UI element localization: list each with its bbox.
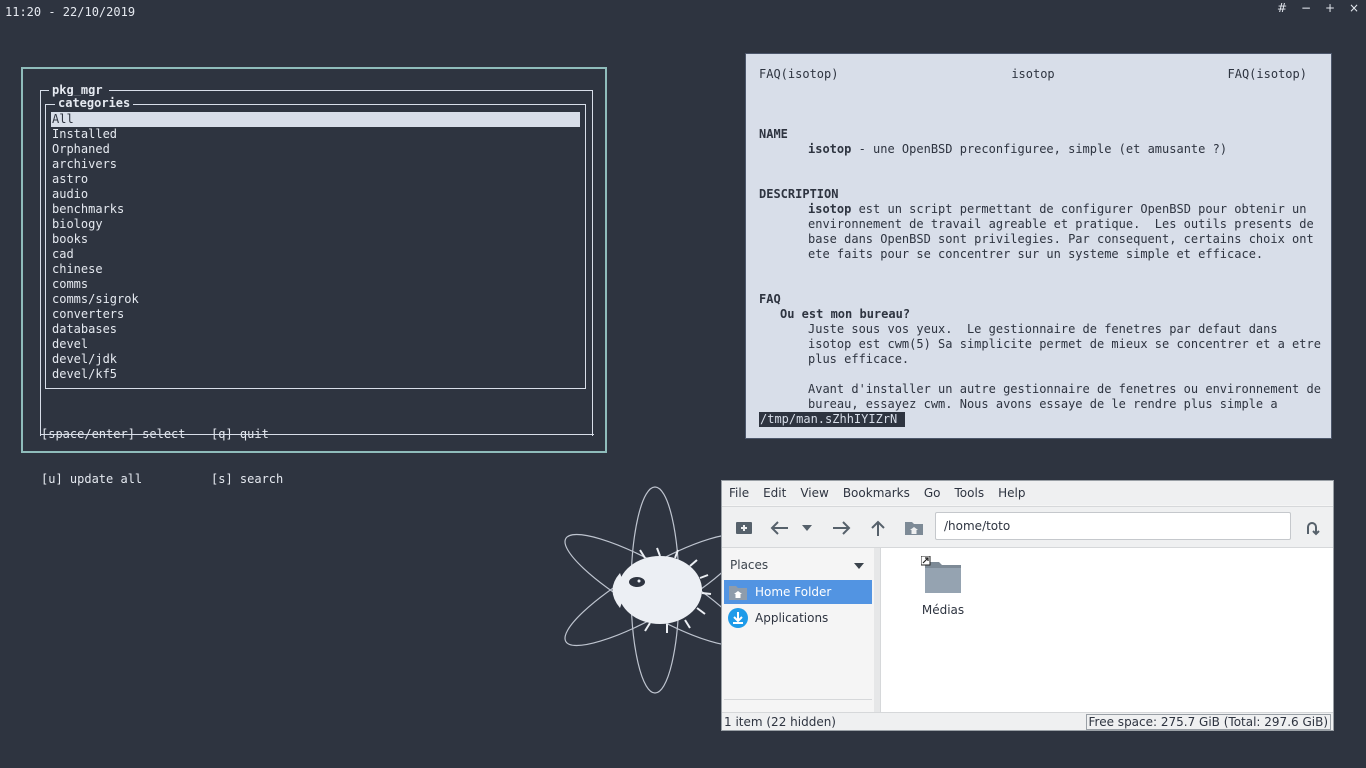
category-item[interactable]: All bbox=[51, 112, 580, 127]
chevron-down-icon bbox=[854, 563, 864, 569]
menu-bar: File Edit View Bookmarks Go Tools Help bbox=[722, 481, 1333, 505]
faq-line-4: Avant d'installer un autre gestionnaire … bbox=[808, 382, 1321, 396]
history-dropdown-button[interactable] bbox=[800, 517, 814, 539]
category-item[interactable]: chinese bbox=[51, 262, 580, 277]
grid-toggle-button[interactable]: # bbox=[1276, 1, 1288, 15]
categories-box: categories All Installed Orphaned archivers… bbox=[45, 96, 586, 389]
menu-go[interactable]: Go bbox=[917, 486, 948, 500]
category-item[interactable]: cad bbox=[51, 247, 580, 262]
category-item[interactable]: Orphaned bbox=[51, 142, 580, 157]
close-button[interactable]: × bbox=[1348, 1, 1360, 15]
description-line-3: base dans OpenBSD sont privilegies. Par … bbox=[808, 232, 1314, 246]
category-item[interactable]: books bbox=[51, 232, 580, 247]
man-header-right: FAQ(isotop) bbox=[1227, 67, 1307, 81]
folder-item[interactable]: Médias bbox=[911, 555, 975, 617]
arrow-left-icon bbox=[770, 521, 788, 535]
faq-heading: FAQ bbox=[759, 292, 781, 306]
man-header-left: FAQ(isotop) bbox=[759, 67, 839, 81]
category-item[interactable]: archivers bbox=[51, 157, 580, 172]
help-search: [s] search bbox=[211, 472, 284, 486]
category-item[interactable]: astro bbox=[51, 172, 580, 187]
minimize-button[interactable]: − bbox=[1300, 1, 1312, 15]
category-item[interactable]: benchmarks bbox=[51, 202, 580, 217]
category-item[interactable]: converters bbox=[51, 307, 580, 322]
keybinding-help: [space/enter] select [q] quit [u] update … bbox=[41, 397, 594, 517]
arrow-right-icon bbox=[833, 521, 851, 535]
man-header: FAQ(isotop) isotop FAQ(isotop) bbox=[759, 67, 1307, 82]
category-item[interactable]: comms bbox=[51, 277, 580, 292]
categories-title: categories bbox=[55, 96, 134, 111]
sidebar-item-label: Home Folder bbox=[755, 585, 832, 599]
window-controls: # − + × bbox=[1276, 1, 1360, 15]
help-update-all: [u] update all bbox=[41, 472, 143, 486]
file-manager-window[interactable]: File Edit View Bookmarks Go Tools Help /… bbox=[721, 480, 1334, 731]
sidebar-item-label: Applications bbox=[755, 611, 829, 625]
category-item[interactable]: databases bbox=[51, 322, 580, 337]
category-item[interactable]: audio bbox=[51, 187, 580, 202]
new-tab-icon bbox=[736, 522, 752, 534]
menu-file[interactable]: File bbox=[722, 486, 756, 500]
toolbar: /home/toto bbox=[722, 506, 1333, 548]
category-item[interactable]: comms/sigrok bbox=[51, 292, 580, 307]
sidebar-item-home-folder[interactable]: Home Folder bbox=[724, 580, 872, 604]
description-heading: DESCRIPTION bbox=[759, 187, 839, 201]
description-line-2: environnement de travail agreable et pra… bbox=[808, 217, 1314, 231]
man-header-center: isotop bbox=[1011, 67, 1055, 81]
category-item[interactable]: devel/jdk bbox=[51, 352, 580, 367]
description-line-1: isotop est un script permettant de confi… bbox=[808, 202, 1307, 216]
places-sidebar: Places Home Folder Applications bbox=[722, 548, 875, 713]
faq-question: Ou est mon bureau? bbox=[780, 307, 911, 321]
home-folder-icon bbox=[729, 586, 747, 600]
menu-tools[interactable]: Tools bbox=[948, 486, 992, 500]
refresh-icon bbox=[1307, 522, 1320, 536]
status-bar: 1 item (22 hidden) Free space: 275.7 GiB… bbox=[722, 712, 1333, 730]
pager-prompt[interactable]: /tmp/man.sZhhIYIZrN bbox=[759, 412, 906, 427]
maximize-button[interactable]: + bbox=[1324, 1, 1336, 15]
new-tab-button[interactable] bbox=[733, 517, 755, 539]
folder-icon bbox=[920, 555, 961, 593]
chevron-down-icon bbox=[802, 525, 812, 531]
man-page-terminal[interactable]: FAQ(isotop) isotop FAQ(isotop) NAME isot… bbox=[745, 53, 1332, 439]
description-line-4: ete faits pour se concentrer sur un syst… bbox=[808, 247, 1264, 261]
categories-list: All Installed Orphaned archivers astro audio b… bbox=[51, 112, 580, 382]
applications-icon bbox=[728, 608, 748, 628]
category-item[interactable]: devel/kf5 bbox=[51, 367, 580, 382]
back-button[interactable] bbox=[768, 517, 790, 539]
category-item[interactable]: biology bbox=[51, 217, 580, 232]
menu-bookmarks[interactable]: Bookmarks bbox=[836, 486, 917, 500]
puffy-fish-wallpaper-icon bbox=[564, 486, 735, 694]
parent-folder-button[interactable] bbox=[867, 517, 889, 539]
name-heading: NAME bbox=[759, 127, 788, 141]
places-label: Places bbox=[730, 558, 769, 572]
faq-line-1: Juste sous vos yeux. Le gestionnaire de … bbox=[808, 322, 1278, 336]
home-button[interactable] bbox=[903, 517, 925, 539]
status-item-count: 1 item (22 hidden) bbox=[724, 714, 836, 729]
file-view[interactable]: Médias bbox=[881, 548, 1333, 713]
sidebar-item-applications[interactable]: Applications bbox=[724, 606, 872, 630]
path-input[interactable]: /home/toto bbox=[935, 512, 1291, 540]
category-item[interactable]: Installed bbox=[51, 127, 580, 142]
home-folder-icon bbox=[905, 522, 923, 535]
faq-line-3: plus efficace. bbox=[808, 352, 910, 366]
pkg-mgr-frame: pkg_mgr categories All Installed Orphaned a… bbox=[40, 83, 594, 486]
pkg-mgr-terminal[interactable]: pkg_mgr categories All Installed Orphaned a… bbox=[21, 67, 607, 486]
clock: 11:20 - 22/10/2019 bbox=[5, 5, 136, 19]
text-cursor bbox=[897, 413, 905, 426]
forward-button[interactable] bbox=[831, 517, 853, 539]
menu-edit[interactable]: Edit bbox=[756, 486, 793, 500]
faq-line-5: bureau, essayez cwm. Nous avons essaye d… bbox=[808, 397, 1278, 411]
places-header[interactable]: Places bbox=[730, 558, 864, 572]
status-free-space: Free space: 275.7 GiB (Total: 297.6 GiB) bbox=[1085, 713, 1331, 730]
folder-label: Médias bbox=[921, 603, 965, 617]
name-text: isotop - une OpenBSD preconfiguree, simp… bbox=[808, 142, 1228, 156]
sidebar-splitter[interactable] bbox=[874, 548, 881, 713]
faq-line-2: isotop est cwm(5) Sa simplicite permet d… bbox=[808, 337, 1321, 351]
arrow-up-icon bbox=[871, 520, 885, 536]
menu-view[interactable]: View bbox=[793, 486, 835, 500]
refresh-button[interactable] bbox=[1301, 517, 1323, 539]
category-item[interactable]: devel bbox=[51, 337, 580, 352]
menu-help[interactable]: Help bbox=[991, 486, 1032, 500]
